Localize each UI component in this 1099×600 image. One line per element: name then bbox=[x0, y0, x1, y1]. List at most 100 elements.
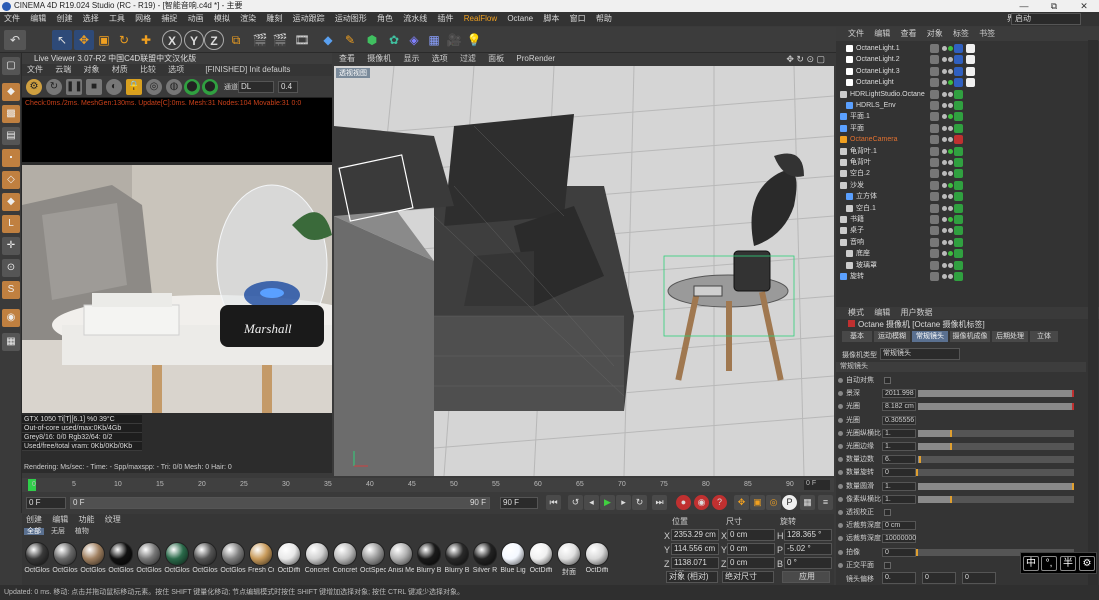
lv-menu-cloud[interactable]: 云端 bbox=[55, 65, 71, 74]
menu-select[interactable]: 选择 bbox=[83, 14, 99, 23]
tag-icon[interactable] bbox=[954, 215, 963, 224]
ime-settings-icon[interactable]: ⚙ bbox=[1079, 556, 1095, 571]
keyframe-selection-icon[interactable]: ? bbox=[712, 495, 727, 510]
lv-menu-compare[interactable]: 比较 bbox=[140, 65, 156, 74]
animate-dot-icon[interactable] bbox=[838, 417, 843, 423]
layer-icon[interactable] bbox=[930, 169, 939, 179]
camera-type-select[interactable]: 常规镜头 bbox=[880, 348, 960, 360]
attribute-slider-handle[interactable] bbox=[950, 495, 953, 503]
size-y-field[interactable]: 0 cm bbox=[727, 543, 775, 555]
animate-dot-icon[interactable] bbox=[838, 404, 843, 410]
enable-check-icon[interactable] bbox=[948, 182, 953, 188]
object-row[interactable]: HDRLightStudio.Octane bbox=[836, 89, 1086, 100]
add-tool-icon[interactable]: ✚ bbox=[136, 30, 156, 50]
position-x-field[interactable]: 2353.29 cm bbox=[671, 529, 719, 541]
animate-dot-icon[interactable] bbox=[838, 523, 843, 529]
lv-pick-icon[interactable]: ◎ bbox=[146, 79, 162, 95]
attribute-value-field[interactable]: 8.182 cm bbox=[882, 402, 916, 412]
auto-key-icon[interactable]: ◉ bbox=[694, 495, 709, 510]
visibility-dot-icon[interactable] bbox=[942, 137, 947, 143]
material-item[interactable]: Concret bbox=[304, 542, 330, 574]
layer-icon[interactable] bbox=[930, 192, 939, 202]
attribute-slider[interactable] bbox=[918, 456, 1074, 464]
tag-icon[interactable] bbox=[954, 158, 963, 167]
maximize-button[interactable]: ⧉ bbox=[1039, 0, 1069, 12]
right-scrollbar[interactable] bbox=[1088, 40, 1098, 600]
tag-icon[interactable] bbox=[954, 237, 963, 247]
goto-end-icon[interactable]: ⏭ bbox=[652, 495, 667, 510]
attribute-slider-handle[interactable] bbox=[919, 456, 922, 464]
texture-mode-icon[interactable]: ▩ bbox=[2, 105, 20, 123]
layer-icon[interactable] bbox=[930, 44, 939, 53]
menu-edit[interactable]: 编辑 bbox=[30, 14, 46, 23]
tag-icon[interactable] bbox=[954, 146, 963, 156]
animate-dot-icon[interactable] bbox=[838, 496, 843, 502]
octane-light-tag-icon[interactable] bbox=[966, 55, 975, 65]
workplane-lock-icon[interactable]: ◉ bbox=[2, 309, 20, 327]
attribute-slider-handle[interactable] bbox=[916, 469, 918, 477]
key-scale-icon[interactable]: ▣ bbox=[750, 495, 765, 510]
visibility-dot-icon[interactable] bbox=[942, 160, 947, 165]
visibility-dot-icon[interactable] bbox=[942, 274, 947, 279]
enable-check-icon[interactable] bbox=[948, 46, 953, 51]
lv-white-balance-icon[interactable]: ⬤ bbox=[202, 79, 218, 95]
lv-settings-icon[interactable]: ⚙ bbox=[26, 79, 42, 95]
lens-shift-x-field[interactable]: 0. bbox=[882, 572, 916, 584]
points-mode-icon[interactable]: ⬝ bbox=[2, 149, 20, 167]
visibility-dot-icon[interactable] bbox=[942, 91, 947, 97]
mat-menu-create[interactable]: 创建 bbox=[26, 515, 42, 524]
attribute-value-field[interactable]: 1. bbox=[882, 494, 916, 504]
menu-script[interactable]: 脚本 bbox=[543, 14, 559, 23]
tag-icon[interactable] bbox=[954, 112, 963, 122]
size-x-field[interactable]: 0 cm bbox=[727, 529, 775, 541]
axis-mode-icon[interactable]: ✛ bbox=[2, 237, 20, 255]
lv-material-pick-icon[interactable]: ◍ bbox=[166, 79, 182, 95]
apply-button[interactable]: 应用 bbox=[782, 571, 830, 583]
enable-check-icon[interactable] bbox=[948, 194, 953, 200]
lv-zoom-field[interactable]: 0.4 bbox=[278, 81, 298, 93]
timeline-menu-icon[interactable]: ≡ bbox=[818, 495, 833, 510]
material-item[interactable]: Silver R bbox=[472, 542, 498, 574]
array-icon[interactable]: ✿ bbox=[384, 30, 404, 50]
object-row[interactable]: 沙发 bbox=[836, 180, 1086, 191]
layer-icon[interactable] bbox=[930, 55, 939, 65]
enable-check-icon[interactable] bbox=[948, 228, 953, 234]
lv-stop-icon[interactable]: ■ bbox=[86, 79, 102, 95]
light-icon[interactable]: 💡 bbox=[464, 30, 484, 50]
om-menu-tags[interactable]: 标签 bbox=[953, 29, 969, 38]
start-frame-field[interactable]: 0 F bbox=[26, 497, 66, 509]
attribute-slider-handle[interactable] bbox=[1072, 403, 1074, 411]
key-position-icon[interactable]: ✥ bbox=[734, 495, 749, 510]
tag-icon[interactable] bbox=[954, 66, 963, 76]
layer-icon[interactable] bbox=[930, 180, 939, 190]
layer-icon[interactable] bbox=[930, 135, 939, 145]
size-z-field[interactable]: 0 cm bbox=[727, 557, 775, 569]
tag-icon[interactable] bbox=[954, 135, 963, 145]
attr-menu-userdata[interactable]: 用户数据 bbox=[900, 308, 932, 317]
animate-dot-icon[interactable] bbox=[838, 378, 843, 383]
attribute-value-field[interactable]: 0 bbox=[882, 547, 916, 557]
y-axis-icon[interactable]: Y bbox=[184, 30, 204, 50]
attribute-value-field[interactable]: 0 bbox=[882, 468, 916, 478]
animate-dot-icon[interactable] bbox=[838, 430, 843, 436]
menu-octane[interactable]: Octane bbox=[507, 14, 533, 23]
layer-icon[interactable] bbox=[930, 237, 939, 247]
layer-icon[interactable] bbox=[930, 260, 939, 270]
tag-icon[interactable] bbox=[954, 101, 963, 110]
undo-icon[interactable]: ↶ bbox=[4, 30, 26, 50]
rotation-b-field[interactable]: 0 ° bbox=[784, 557, 832, 569]
viewport[interactable]: 透视视图 bbox=[334, 66, 834, 476]
visibility-dot-icon[interactable] bbox=[942, 194, 947, 200]
visibility-dot-icon[interactable] bbox=[942, 251, 947, 257]
material-item[interactable]: OctGlos bbox=[80, 542, 106, 574]
material-item[interactable]: OctDiffi bbox=[276, 542, 302, 574]
layer-icon[interactable] bbox=[930, 249, 939, 259]
material-item[interactable]: OctSpec bbox=[360, 542, 386, 574]
attribute-value-field[interactable]: 0 cm bbox=[882, 521, 916, 531]
make-editable-icon[interactable]: ▢ bbox=[2, 57, 20, 75]
animate-dot-icon[interactable] bbox=[838, 470, 843, 476]
layer-icon[interactable] bbox=[930, 146, 939, 156]
vp-menu-options[interactable]: 选项 bbox=[432, 54, 448, 63]
coord-mode-select[interactable]: 对象 (相对) bbox=[666, 571, 718, 583]
layer-icon[interactable] bbox=[930, 123, 939, 133]
